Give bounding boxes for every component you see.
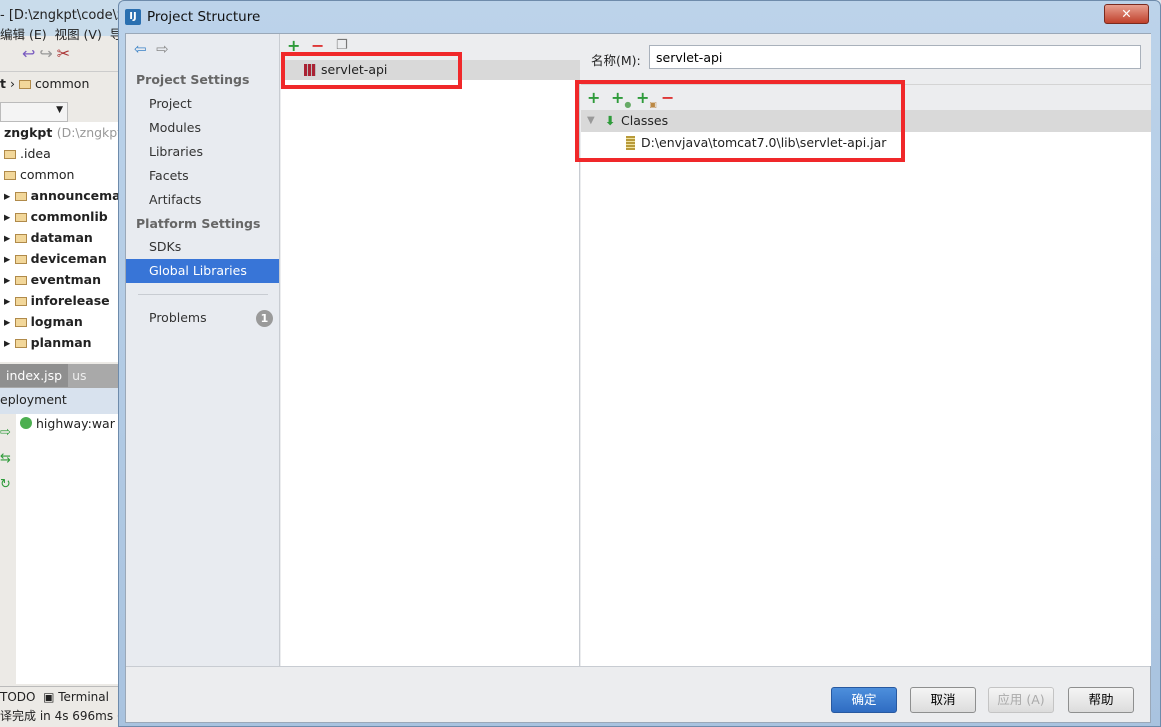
folder-icon — [4, 150, 16, 159]
sidebar-item-global-libraries[interactable]: Global Libraries — [126, 259, 279, 283]
tree-item[interactable]: ▸ logman — [0, 311, 120, 332]
name-row: 名称(M): — [581, 34, 1151, 84]
classes-icon: ⬇ — [605, 113, 616, 128]
breadcrumb: t › common — [0, 76, 90, 91]
ok-button[interactable]: 确定 — [831, 687, 897, 713]
deployment-header: eployment — [0, 388, 120, 414]
intellij-logo-icon: IJ — [125, 9, 141, 25]
cut-icon[interactable]: ✂ — [57, 44, 70, 63]
jar-entry[interactable]: D:\envjava\tomcat7.0\lib\servlet-api.jar — [581, 132, 1151, 154]
tab-index-jsp[interactable]: index.jsp — [0, 364, 69, 387]
ide-background-window: - [D:\zngkpt\code\zn 编辑 (E) 视图 (V) 导 ↩ ↪… — [0, 0, 120, 727]
name-input[interactable] — [649, 45, 1141, 69]
remove-icon[interactable]: − — [661, 90, 674, 106]
tree-item[interactable]: .idea — [0, 143, 120, 164]
status-bar: 译完成 in 4s 696ms ( — [0, 709, 120, 723]
sidebar-item-libraries[interactable]: Libraries — [126, 140, 279, 164]
library-detail-panel: 名称(M): + +● +▣ − ▼⬇Classes D:\envjava\to… — [575, 34, 1151, 666]
folder-icon — [14, 276, 27, 285]
tree-item[interactable]: ▸ deviceman — [0, 248, 120, 269]
folder-icon — [14, 192, 27, 201]
project-structure-dialog: IJ Project Structure ✕ ⇦ ⇨ Project Setti… — [118, 0, 1161, 727]
ok-icon — [20, 417, 32, 429]
name-label: 名称(M): — [591, 53, 641, 68]
section-project-settings: Project Settings — [136, 72, 250, 87]
view-selector[interactable]: ▼ — [0, 102, 68, 122]
tree-item[interactable]: ▸ announcema — [0, 185, 120, 206]
menu-view[interactable]: 视图 (V) — [55, 27, 102, 42]
tree-item[interactable]: ▸ commonlib — [0, 206, 120, 227]
jar-icon — [626, 136, 635, 150]
forward-icon[interactable]: ⇨ — [156, 40, 169, 58]
breadcrumb-root[interactable]: t — [0, 76, 6, 91]
ide-toolbar: ↩ ↪ ✂ — [0, 44, 120, 72]
classes-toolbar: + +● +▣ − — [581, 84, 1151, 110]
help-button[interactable]: 帮助 — [1068, 687, 1134, 713]
sidebar-item-sdks[interactable]: SDKs — [126, 235, 279, 259]
library-toolbar: + − ❐ — [281, 34, 580, 60]
tree-item[interactable]: ▸ dataman — [0, 227, 120, 248]
ide-menu: 编辑 (E) 视图 (V) 导 — [0, 24, 120, 46]
back-icon[interactable]: ⇦ — [134, 40, 147, 58]
tab-us[interactable]: us — [72, 368, 86, 383]
library-item-servlet-api[interactable]: servlet-api — [281, 60, 580, 80]
tree-item[interactable]: ▸ eventman — [0, 269, 120, 290]
project-root[interactable]: zngkpt — [4, 125, 52, 140]
dialog-button-bar: 确定 取消 应用 (A) 帮助 — [126, 666, 1150, 722]
sidebar-item-project[interactable]: Project — [126, 92, 279, 116]
project-tree: zngkpt (D:\zngkpt\c .idea common ▸ annou… — [0, 122, 120, 362]
menu-edit[interactable]: 编辑 (E) — [0, 27, 47, 42]
folder-icon — [14, 339, 27, 348]
deploy-actions-icon[interactable]: ⇨ ⇆ ↻ — [0, 420, 14, 498]
add-icon[interactable]: + — [587, 90, 600, 106]
divider — [138, 294, 268, 295]
dialog-title: Project Structure — [147, 9, 261, 25]
library-icon — [304, 64, 316, 76]
folder-icon — [18, 80, 31, 89]
library-list-panel: + − ❐ servlet-api — [281, 34, 580, 666]
close-button[interactable]: ✕ — [1104, 4, 1149, 24]
collapse-arrow-icon[interactable]: ▼ — [587, 110, 595, 132]
settings-sidebar: ⇦ ⇨ Project Settings Project Modules Lib… — [126, 34, 280, 666]
apply-button[interactable]: 应用 (A) — [988, 687, 1054, 713]
folder-icon — [14, 213, 27, 222]
nav-buttons: ⇦ ⇨ — [134, 40, 169, 58]
sidebar-item-artifacts[interactable]: Artifacts — [126, 188, 279, 212]
tree-item[interactable]: common — [0, 164, 120, 185]
bottom-tool-tabs: TODO ▣ Terminal — [0, 686, 120, 706]
tab-todo[interactable]: TODO — [0, 690, 35, 704]
folder-icon — [14, 234, 27, 243]
undo-icon[interactable]: ↩ — [22, 44, 35, 63]
remove-library-icon[interactable]: − — [311, 38, 324, 54]
folder-icon — [4, 171, 16, 180]
sidebar-item-modules[interactable]: Modules — [126, 116, 279, 140]
section-platform-settings: Platform Settings — [136, 216, 261, 231]
redo-icon[interactable]: ↪ — [39, 44, 52, 63]
folder-icon — [14, 297, 27, 306]
deployment-item[interactable]: highway:war — [16, 414, 120, 433]
copy-library-icon[interactable]: ❐ — [336, 38, 348, 54]
tree-item[interactable]: ▸ planman — [0, 332, 120, 353]
project-root-path: (D:\zngkpt\c — [56, 125, 120, 140]
cancel-button[interactable]: 取消 — [910, 687, 976, 713]
sidebar-item-facets[interactable]: Facets — [126, 164, 279, 188]
tab-terminal[interactable]: Terminal — [58, 690, 109, 704]
problems-count-badge: 1 — [256, 310, 273, 327]
breadcrumb-common[interactable]: common — [35, 76, 89, 91]
folder-icon — [14, 255, 27, 264]
deployment-list: highway:war — [16, 414, 120, 684]
folder-icon — [14, 318, 27, 327]
add-library-icon[interactable]: + — [287, 38, 300, 54]
sidebar-item-problems[interactable]: Problems 1 — [126, 306, 279, 330]
classes-node[interactable]: ▼ ⬇ Classes — [581, 110, 1151, 132]
tree-item[interactable]: ▸ inforelease — [0, 290, 120, 311]
editor-tabs: index.jsp us — [0, 364, 120, 388]
